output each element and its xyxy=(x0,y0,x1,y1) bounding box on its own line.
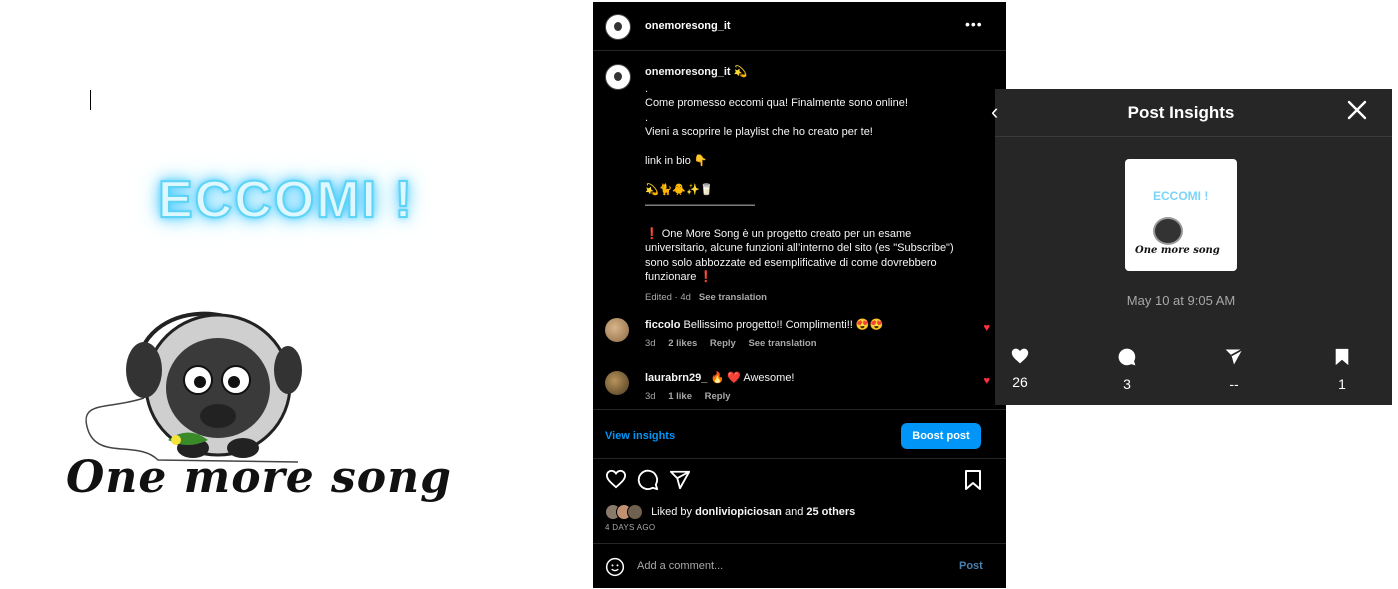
liked-by-line: Liked by donliviopiciosan and 25 others xyxy=(605,504,855,520)
heart-icon xyxy=(1011,348,1029,364)
post-header: onemoresong_it ••• xyxy=(593,2,1006,51)
caption-line: Vieni a scoprire le playlist che ho crea… xyxy=(645,126,873,138)
likes-count: 26 xyxy=(1012,374,1028,390)
commenter-username[interactable]: ficcolo xyxy=(645,319,680,331)
caption-line: . xyxy=(645,111,649,124)
liked-by-user[interactable]: donliviopiciosan xyxy=(695,506,782,518)
post-detail-panel: onemoresong_it ••• onemoresong_it 💫 . Co… xyxy=(593,2,1006,588)
comment-item: laurabrn29_ 🔥 ❤️ Awesome! 3d 1 like Repl… xyxy=(605,371,1000,407)
view-insights-link[interactable]: View insights xyxy=(605,430,675,442)
insights-header: ‹ Post Insights xyxy=(991,89,1392,137)
comment-item: ficcolo Bellissimo progetto!! Compliment… xyxy=(605,318,1000,354)
thumbnail-sheep xyxy=(1153,217,1183,245)
bookmark-icon xyxy=(1335,348,1349,366)
commenter-avatar[interactable] xyxy=(605,318,629,342)
close-icon[interactable] xyxy=(1346,99,1368,121)
comment-reply[interactable]: Reply xyxy=(710,338,736,349)
thumbnail-brand: One more song xyxy=(1135,245,1220,256)
share-icon xyxy=(1225,348,1243,365)
heart-icon[interactable] xyxy=(605,469,627,489)
brand-wordmark: One more song xyxy=(66,452,452,503)
caption-author-emoji: 💫 xyxy=(733,66,748,78)
comment-icon xyxy=(1118,348,1136,366)
post-date: May 10 at 9:05 AM xyxy=(1126,293,1236,308)
comment-reply[interactable]: Reply xyxy=(705,391,731,402)
post-image: ECCOMI ! One more song xyxy=(8,2,592,586)
comments-count: 3 xyxy=(1123,376,1131,392)
post-caption: onemoresong_it 💫 . Come promesso eccomi … xyxy=(645,65,975,305)
comment-likes[interactable]: 1 like xyxy=(668,391,692,402)
edited-time: Edited · 4d xyxy=(645,291,691,303)
liked-by-others[interactable]: 25 others xyxy=(806,506,855,518)
neon-headline: ECCOMI ! xyxy=(157,170,414,230)
liked-by-and: and xyxy=(784,506,804,518)
comment-text: 🔥 ❤️ Awesome! xyxy=(710,372,795,384)
comment-translation[interactable]: See translation xyxy=(748,338,816,349)
stat-likes: 26 xyxy=(990,347,1050,390)
emoji-icon[interactable] xyxy=(605,557,625,577)
thumbnail-headline: ECCOMI ! xyxy=(1153,189,1209,203)
bookmark-icon[interactable] xyxy=(963,469,983,491)
sheep-headphones-illustration xyxy=(85,311,302,463)
comment-time: 3d xyxy=(645,338,656,349)
author-username[interactable]: onemoresong_it xyxy=(645,20,731,32)
commenter-username[interactable]: laurabrn29_ xyxy=(645,372,707,384)
caption-line: link in bio 👇 xyxy=(645,155,708,167)
commenter-avatar[interactable] xyxy=(605,371,629,395)
caption-line xyxy=(645,212,975,227)
saves-count: 1 xyxy=(1338,376,1346,392)
post-age: 4 DAYS AGO xyxy=(605,523,656,532)
text-cursor xyxy=(90,90,91,110)
post-insights-panel: ‹ Post Insights ECCOMI ! One more song M… xyxy=(991,89,1392,405)
caption-author[interactable]: onemoresong_it xyxy=(645,66,731,78)
stat-shares: -- xyxy=(1204,347,1264,392)
comment-input[interactable]: Add a comment... xyxy=(637,560,723,572)
share-icon[interactable] xyxy=(669,469,691,491)
boost-post-button[interactable]: Boost post xyxy=(901,423,981,449)
caption-line: —————————— xyxy=(645,198,755,211)
shares-count: -- xyxy=(1229,376,1239,392)
post-comment-button[interactable]: Post xyxy=(959,560,983,572)
liker-avatar[interactable] xyxy=(627,504,643,520)
caption-line xyxy=(645,140,975,155)
caption-line: ❗ One More Song è un progetto creato per… xyxy=(645,227,954,284)
caption-avatar[interactable] xyxy=(605,64,631,90)
author-avatar[interactable] xyxy=(605,14,631,40)
caption-line xyxy=(645,169,975,184)
liked-heart-icon[interactable]: ♥ xyxy=(983,322,990,334)
liked-by-prefix: Liked by xyxy=(651,506,693,518)
caption-line: . xyxy=(645,82,649,95)
caption-line: 💫🐈🐥✨🥛 xyxy=(645,184,714,196)
insights-bar: View insights Boost post xyxy=(593,409,1006,459)
comment-likes[interactable]: 2 likes xyxy=(668,338,697,349)
see-translation-link[interactable]: See translation xyxy=(699,292,767,303)
more-horizontal-icon[interactable]: ••• xyxy=(965,16,983,32)
comment-text: Bellissimo progetto!! Complimenti!! 😍😍 xyxy=(683,319,884,331)
caption-line: Come promesso eccomi qua! Finalmente son… xyxy=(645,97,908,109)
add-comment-bar: Add a comment... Post xyxy=(593,543,1006,589)
stat-comments: 3 xyxy=(1097,347,1157,392)
stat-saves: 1 xyxy=(1312,347,1372,392)
comment-time: 3d xyxy=(645,391,656,402)
insights-title: Post Insights xyxy=(1127,103,1235,122)
comment-icon[interactable] xyxy=(637,469,659,491)
post-thumbnail: ECCOMI ! One more song xyxy=(1125,159,1237,271)
